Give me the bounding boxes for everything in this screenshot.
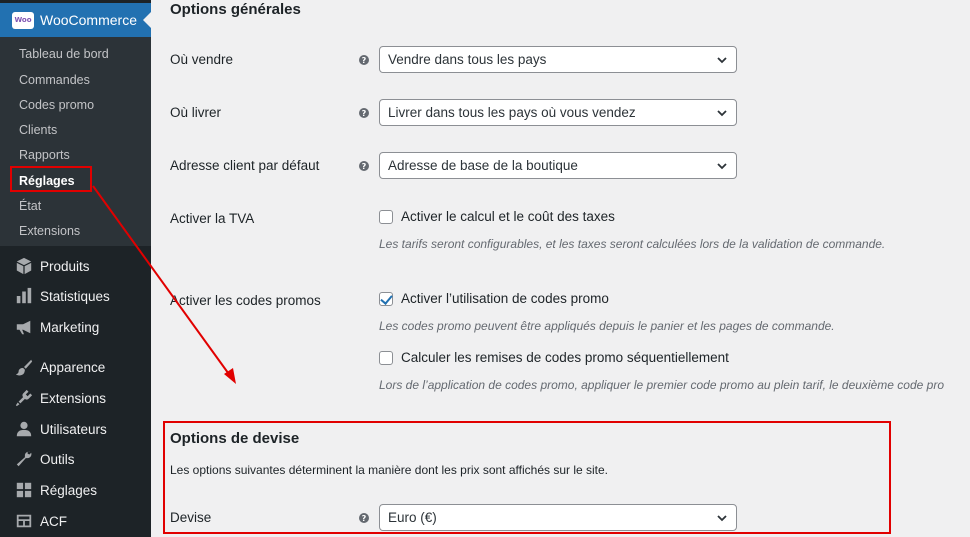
checkbox-label-remises-sequentielles[interactable]: Calculer les remises de codes promo séqu…: [401, 350, 729, 365]
description-codes-promo: Les codes promo peuvent être appliqués d…: [379, 319, 835, 333]
help-icon[interactable]: ?: [359, 108, 369, 118]
select-adresse-client[interactable]: Adresse de base de la boutique: [379, 152, 737, 179]
sidebar-item-extensions[interactable]: Extensions: [0, 383, 151, 413]
sidebar-item-statistiques[interactable]: Statistiques: [0, 281, 151, 311]
checkbox-label-activer-taxes[interactable]: Activer le calcul et le coût des taxes: [401, 209, 615, 224]
submenu-item-tableau-de-bord[interactable]: Tableau de bord: [19, 46, 109, 62]
submenu-item-etat[interactable]: État: [19, 198, 41, 214]
select-ou-livrer[interactable]: Livrer dans tous les pays où vous vendez: [379, 99, 737, 126]
sidebar-item-outils[interactable]: Outils: [0, 444, 151, 474]
checkbox-activer-taxes[interactable]: [379, 210, 393, 224]
annotation-highlight-reglages: [10, 166, 92, 192]
paintbrush-icon: [14, 357, 34, 377]
chevron-down-icon: [717, 110, 727, 117]
sidebar-item-apparence[interactable]: Apparence: [0, 352, 151, 382]
field-label-ou-livrer: Où livrer: [170, 105, 222, 120]
sidebar-item-label: Extensions: [40, 390, 107, 406]
select-value: Livrer dans tous les pays où vous vendez: [388, 105, 636, 120]
acf-grid-icon: [14, 511, 34, 531]
select-value: Adresse de base de la boutique: [388, 158, 578, 173]
field-label-codes-promos: Activer les codes promos: [170, 293, 321, 308]
settings-icon: [14, 480, 34, 500]
wrench-icon: [14, 449, 34, 469]
sidebar-item-utilisateurs[interactable]: Utilisateurs: [0, 414, 151, 444]
checkbox-codes-promo[interactable]: [379, 292, 393, 306]
sidebar-item-label: Outils: [40, 451, 75, 467]
annotation-highlight-devise: [163, 421, 891, 534]
description-taxes: Les tarifs seront configurables, et les …: [379, 237, 886, 251]
submenu-item-clients[interactable]: Clients: [19, 122, 57, 138]
sidebar-item-produits[interactable]: Produits: [0, 251, 151, 281]
chevron-down-icon: [717, 163, 727, 170]
submenu-item-commandes[interactable]: Commandes: [19, 72, 90, 88]
checkbox-label-codes-promo[interactable]: Activer l’utilisation de codes promo: [401, 291, 609, 306]
help-icon[interactable]: ?: [359, 161, 369, 171]
box-icon: [14, 256, 34, 276]
settings-main: Options générales Où vendre ? Vendre dan…: [151, 0, 970, 537]
sidebar-item-label: Marketing: [40, 319, 100, 335]
field-label-ou-vendre: Où vendre: [170, 52, 234, 67]
field-label-tva: Activer la TVA: [170, 211, 255, 226]
plugin-icon: [14, 388, 34, 408]
submenu-item-rapports[interactable]: Rapports: [19, 147, 70, 163]
checkbox-remises-sequentielles[interactable]: [379, 351, 393, 365]
description-remises-sequentielles: Lors de l’application de codes promo, ap…: [379, 378, 944, 392]
submenu-item-codes-promo[interactable]: Codes promo: [19, 97, 94, 113]
megaphone-icon: [14, 317, 34, 337]
submenu-item-extensions[interactable]: Extensions: [19, 223, 80, 239]
help-icon[interactable]: ?: [359, 55, 369, 65]
sidebar-item-marketing[interactable]: Marketing: [0, 312, 151, 342]
sidebar-item-woocommerce[interactable]: Woo WooCommerce: [0, 3, 151, 37]
sidebar-item-reglages[interactable]: Réglages: [0, 475, 151, 505]
bar-chart-icon: [14, 286, 34, 306]
sidebar-item-acf[interactable]: ACF: [0, 506, 151, 536]
chevron-down-icon: [717, 57, 727, 64]
select-ou-vendre[interactable]: Vendre dans tous les pays: [379, 46, 737, 73]
sidebar-item-label: Réglages: [40, 482, 98, 498]
sidebar-item-label: Statistiques: [40, 288, 110, 304]
admin-sidebar: Woo WooCommerce Tableau de bord Commande…: [0, 0, 151, 537]
sidebar-item-label: Apparence: [40, 359, 106, 375]
section-title-general: Options générales: [170, 1, 301, 18]
sidebar-item-label: ACF: [40, 513, 67, 529]
woocommerce-logo-icon: Woo: [12, 11, 34, 29]
sidebar-item-label: WooCommerce: [40, 12, 137, 28]
sidebar-item-label: Utilisateurs: [40, 421, 107, 437]
field-label-adresse-client: Adresse client par défaut: [170, 158, 320, 173]
woocommerce-submenu: Tableau de bord Commandes Codes promo Cl…: [0, 37, 151, 246]
sidebar-item-label: Produits: [40, 258, 90, 274]
user-icon: [14, 419, 34, 439]
select-value: Vendre dans tous les pays: [388, 52, 547, 67]
